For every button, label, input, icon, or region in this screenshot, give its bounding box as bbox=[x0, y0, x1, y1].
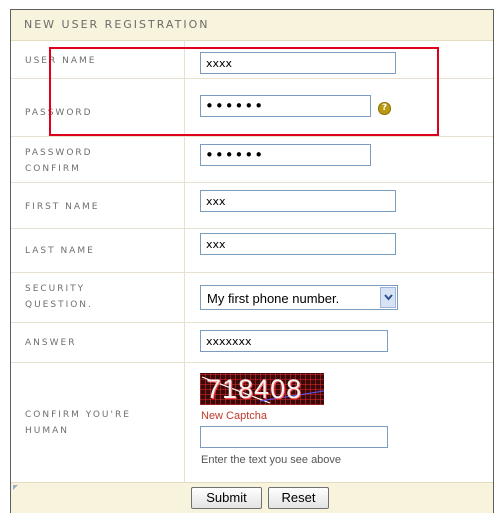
highlight-box bbox=[49, 47, 439, 136]
answer-label: ANSWER bbox=[25, 338, 77, 348]
submit-button[interactable]: Submit bbox=[191, 487, 262, 509]
last-name-input[interactable]: xxx bbox=[200, 233, 396, 255]
security-question-select[interactable]: My first phone number. bbox=[200, 285, 398, 310]
captcha-label-line1: CONFIRM YOU'RE bbox=[25, 410, 131, 420]
password-confirm-input[interactable]: •••••• bbox=[200, 144, 371, 166]
security-question-label-line1: SECURITY bbox=[25, 284, 86, 294]
first-name-label: FIRST NAME bbox=[25, 202, 100, 212]
password-confirm-label-line2: CONFIRM bbox=[25, 164, 81, 174]
first-name-input[interactable]: xxx bbox=[200, 190, 396, 212]
corner-mark-icon bbox=[13, 485, 18, 490]
captcha-text: 718408 bbox=[206, 374, 303, 404]
answer-input[interactable]: xxxxxxx bbox=[200, 330, 388, 352]
reset-button[interactable]: Reset bbox=[268, 487, 329, 509]
form-footer: Submit Reset bbox=[11, 482, 493, 513]
captcha-image: 718408 bbox=[200, 373, 324, 405]
new-captcha-link[interactable]: New Captcha bbox=[201, 410, 267, 422]
security-question-label-line2: QUESTION. bbox=[25, 300, 93, 310]
password-confirm-label-line1: PASSWORD bbox=[25, 148, 93, 158]
form-header: NEW USER REGISTRATION bbox=[11, 10, 493, 41]
last-name-label: LAST NAME bbox=[25, 246, 95, 256]
security-question-value: My first phone number. bbox=[207, 291, 340, 306]
captcha-input[interactable] bbox=[200, 426, 388, 448]
form-title: NEW USER REGISTRATION bbox=[24, 18, 210, 31]
dropdown-arrow-icon[interactable] bbox=[380, 287, 396, 308]
captcha-label-line2: HUMAN bbox=[25, 426, 70, 436]
captcha-help-text: Enter the text you see above bbox=[201, 454, 342, 466]
